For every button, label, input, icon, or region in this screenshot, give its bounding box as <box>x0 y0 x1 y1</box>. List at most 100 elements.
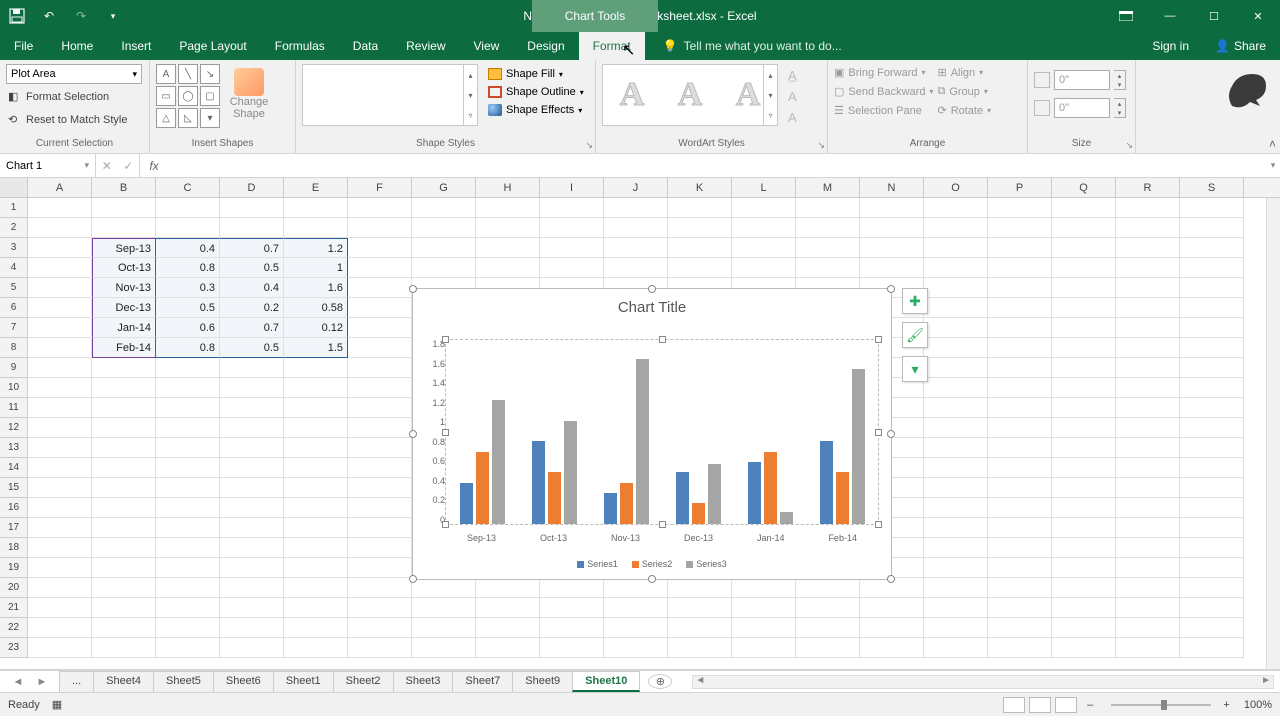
cell[interactable]: Nov-13 <box>92 278 156 298</box>
cell[interactable] <box>1052 238 1116 258</box>
cell[interactable] <box>28 498 92 518</box>
height-input[interactable] <box>1054 70 1110 90</box>
cell[interactable] <box>732 258 796 278</box>
cell[interactable] <box>92 578 156 598</box>
cell[interactable] <box>348 198 412 218</box>
spin-down-icon[interactable]: ▾ <box>1114 108 1125 117</box>
gallery-up-icon[interactable]: ▴ <box>764 65 777 85</box>
cell[interactable] <box>1052 518 1116 538</box>
cell[interactable] <box>348 518 412 538</box>
cell[interactable] <box>28 478 92 498</box>
tab-nav-next-icon[interactable]: ► <box>37 676 48 688</box>
cell[interactable] <box>220 358 284 378</box>
column-header[interactable]: Q <box>1052 178 1116 197</box>
cell[interactable] <box>1052 258 1116 278</box>
cell[interactable] <box>92 638 156 658</box>
cell[interactable] <box>604 578 668 598</box>
cell[interactable] <box>156 538 220 558</box>
cell[interactable] <box>220 478 284 498</box>
tab-formulas[interactable]: Formulas <box>261 32 339 60</box>
cell[interactable] <box>924 438 988 458</box>
cell[interactable] <box>668 598 732 618</box>
cell[interactable] <box>284 618 348 638</box>
cell[interactable] <box>28 218 92 238</box>
cell[interactable] <box>348 278 412 298</box>
cell[interactable] <box>348 598 412 618</box>
cell[interactable] <box>732 638 796 658</box>
vertical-scrollbar[interactable] <box>1266 198 1280 669</box>
cell[interactable] <box>1116 438 1180 458</box>
cell[interactable] <box>220 598 284 618</box>
cell[interactable] <box>1052 638 1116 658</box>
cell[interactable] <box>28 378 92 398</box>
cell[interactable] <box>28 418 92 438</box>
cell[interactable] <box>348 378 412 398</box>
cell[interactable] <box>1052 618 1116 638</box>
row-header[interactable]: 1 <box>0 198 28 218</box>
chart-bar[interactable] <box>492 400 505 524</box>
cell[interactable] <box>1180 238 1244 258</box>
row-header[interactable]: 8 <box>0 338 28 358</box>
cell[interactable] <box>540 218 604 238</box>
cell[interactable] <box>284 558 348 578</box>
cell[interactable] <box>220 398 284 418</box>
chart-bar[interactable] <box>836 472 849 524</box>
cell[interactable] <box>540 618 604 638</box>
cell[interactable]: 0.12 <box>284 318 348 338</box>
cell[interactable] <box>92 418 156 438</box>
column-header[interactable]: J <box>604 178 668 197</box>
tab-nav-prev-icon[interactable]: ◄ <box>13 676 24 688</box>
cell[interactable]: 0.5 <box>220 338 284 358</box>
wordart-dialog-launcher-icon[interactable]: ↘ <box>817 140 825 151</box>
cell[interactable] <box>220 438 284 458</box>
cell[interactable]: 0.3 <box>156 278 220 298</box>
cell[interactable] <box>28 518 92 538</box>
cell[interactable] <box>540 638 604 658</box>
align-button[interactable]: ⊞ Align ▾ <box>937 64 991 81</box>
cell[interactable] <box>1180 638 1244 658</box>
cell[interactable] <box>156 498 220 518</box>
spin-up-icon[interactable]: ▴ <box>1114 99 1125 108</box>
shape-effects-button[interactable]: Shape Effects ▾ <box>488 102 584 118</box>
chart-bar[interactable] <box>476 452 489 524</box>
cell[interactable] <box>796 598 860 618</box>
cell[interactable] <box>92 558 156 578</box>
cell[interactable] <box>28 438 92 458</box>
cell[interactable] <box>924 398 988 418</box>
cell[interactable] <box>988 378 1052 398</box>
cell[interactable] <box>1180 418 1244 438</box>
cell[interactable] <box>348 498 412 518</box>
row-header[interactable]: 3 <box>0 238 28 258</box>
cell[interactable] <box>156 638 220 658</box>
column-header[interactable]: G <box>412 178 476 197</box>
cell[interactable] <box>924 518 988 538</box>
cell[interactable] <box>348 418 412 438</box>
cell[interactable] <box>284 478 348 498</box>
cell[interactable] <box>1116 318 1180 338</box>
cell[interactable] <box>156 358 220 378</box>
column-header[interactable]: L <box>732 178 796 197</box>
cell[interactable] <box>156 458 220 478</box>
cell[interactable] <box>412 598 476 618</box>
cell[interactable] <box>348 618 412 638</box>
shape-roundrect-icon[interactable]: ▢ <box>200 86 220 106</box>
cell[interactable] <box>476 618 540 638</box>
cell[interactable] <box>156 218 220 238</box>
cell[interactable] <box>476 238 540 258</box>
cell[interactable]: 0.4 <box>220 278 284 298</box>
normal-view-icon[interactable] <box>1003 697 1025 713</box>
cell[interactable] <box>156 558 220 578</box>
column-header[interactable]: B <box>92 178 156 197</box>
cell[interactable] <box>1180 578 1244 598</box>
maximize-icon[interactable]: ☐ <box>1192 0 1236 32</box>
sheet-tab[interactable]: Sheet10 <box>572 671 640 692</box>
rotate-button[interactable]: ⟳ Rotate ▾ <box>937 102 991 119</box>
row-header[interactable]: 6 <box>0 298 28 318</box>
sign-in-button[interactable]: Sign in <box>1140 32 1201 60</box>
cell[interactable]: 0.5 <box>156 298 220 318</box>
cell[interactable] <box>1052 398 1116 418</box>
cell[interactable] <box>1052 198 1116 218</box>
cell[interactable] <box>1116 478 1180 498</box>
cell[interactable] <box>1180 198 1244 218</box>
cell[interactable] <box>92 518 156 538</box>
